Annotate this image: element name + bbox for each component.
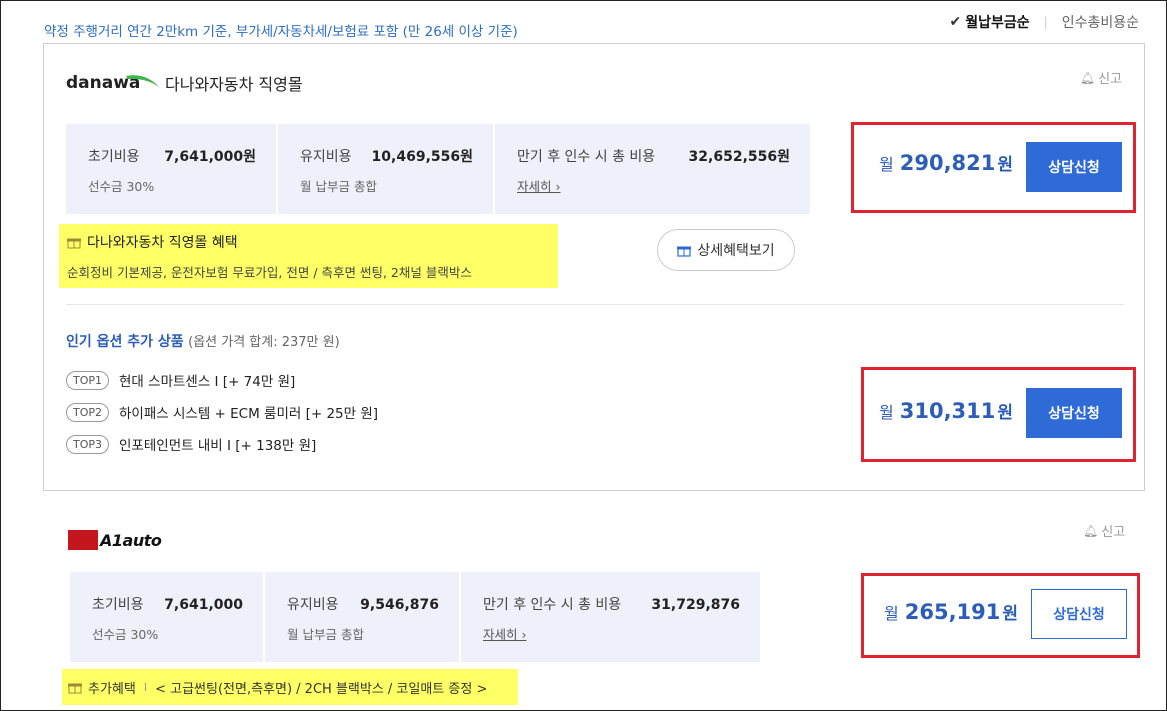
detail-link[interactable]: 자세히 › — [517, 179, 560, 194]
benefit-label: 추가혜택 — [88, 681, 136, 697]
initial-cost-label: 초기비용 — [92, 597, 144, 613]
option-rank-badge: TOP3 — [66, 434, 110, 454]
benefit-highlight: 추가혜택 I < 고급썬팅(전면,측후면) / 2CH 블랙박스 / 코일매트 … — [62, 669, 518, 705]
option-text: 인포테인먼트 내비 I [+ 138만 원] — [119, 438, 317, 454]
sort-total-cost[interactable]: 인수총비용순 — [1062, 12, 1139, 32]
initial-cost-sub: 선수금 30% — [88, 179, 155, 194]
a1-mark-icon — [68, 530, 98, 550]
options-title-sum: (옵션 가격 합계: 237만 원) — [188, 335, 340, 350]
option-rank-badge: TOP2 — [66, 402, 110, 422]
total-cost-box: 만기 후 인수 시 총 비용 32,652,556원 자세히 › — [495, 124, 810, 214]
benefit-description: < 고급썬팅(전면,측후면) / 2CH 블랙박스 / 코일매트 증정 > — [155, 681, 488, 697]
bell-icon: 🔔︎ — [1083, 523, 1099, 538]
benefit-highlight: 다나와자동차 직영몰 혜택 순회정비 기본제공, 운전자보험 무료가입, 전면 … — [59, 224, 558, 288]
initial-cost-value: 7,641,000 — [164, 597, 243, 613]
a1auto-logo-text: A1auto — [100, 530, 162, 550]
highlight-box — [851, 122, 1136, 213]
initial-cost-label: 초기비용 — [88, 149, 140, 165]
danawa-logo: danawa — [66, 73, 160, 93]
maintenance-cost-value: 9,546,876 — [360, 597, 439, 613]
benefit-title: 다나와자동차 직영몰 혜택 — [87, 235, 238, 251]
bell-icon: 🔔︎ — [1079, 70, 1096, 85]
option-item: TOP1 현대 스마트센스 I [+ 74만 원] — [66, 370, 295, 390]
report-link[interactable]: 🔔︎ 신고 — [1083, 521, 1126, 541]
gift-icon — [67, 238, 81, 248]
option-item: TOP2 하이패스 시스템 + ECM 룸미러 [+ 25만 원] — [66, 402, 378, 422]
report-label: 신고 — [1101, 525, 1126, 540]
check-icon: ✔ — [949, 14, 962, 30]
pricing-notice: 약정 주행거리 연간 2만km 기준, 부가세/자동차세/보험료 포함 (만 2… — [44, 24, 518, 40]
sort-options: ✔ 월납부금순 | 인수총비용순 — [950, 12, 1139, 32]
gift-icon — [677, 246, 692, 257]
report-link[interactable]: 🔔︎ 신고 — [1079, 68, 1122, 88]
detail-benefit-label: 상세혜택보기 — [697, 243, 775, 259]
highlight-box — [861, 573, 1140, 658]
sort-divider: | — [1043, 15, 1048, 29]
maintenance-cost-box: 유지비용 10,469,556원 월 납부금 총합 — [278, 124, 493, 214]
total-cost-value: 31,729,876 — [651, 597, 740, 613]
maintenance-cost-label: 유지비용 — [287, 597, 339, 613]
option-item: TOP3 인포테인먼트 내비 I [+ 138만 원] — [66, 434, 316, 454]
sort-monthly-payment[interactable]: 월납부금순 — [965, 12, 1029, 32]
dealer-name: 다나와자동차 직영몰 — [165, 75, 303, 94]
options-title: 인기 옵션 추가 상품 (옵션 가격 합계: 237만 원) — [66, 331, 340, 351]
total-cost-label: 만기 후 인수 시 총 비용 — [517, 149, 656, 165]
initial-cost-box: 초기비용 7,641,000원 선수금 30% — [66, 124, 276, 214]
maintenance-cost-label: 유지비용 — [300, 149, 352, 165]
initial-cost-sub: 선수금 30% — [92, 627, 159, 642]
option-rank-badge: TOP1 — [66, 370, 110, 390]
section-divider — [66, 304, 1124, 305]
total-cost-box: 만기 후 인수 시 총 비용 31,729,876 자세히 › — [461, 572, 760, 662]
report-label: 신고 — [1098, 72, 1122, 87]
maintenance-cost-sub: 월 납부금 총합 — [300, 179, 377, 194]
gift-icon — [68, 683, 82, 693]
detail-benefit-button[interactable]: 상세혜택보기 — [657, 229, 795, 271]
option-text: 현대 스마트센스 I [+ 74만 원] — [119, 374, 296, 390]
options-title-strong: 인기 옵션 추가 상품 — [66, 334, 184, 350]
highlight-box — [861, 367, 1136, 462]
detail-link[interactable]: 자세히 › — [483, 627, 526, 642]
maintenance-cost-value: 10,469,556원 — [371, 149, 473, 165]
a1auto-logo: A1auto — [68, 529, 162, 551]
option-text: 하이패스 시스템 + ECM 룸미러 [+ 25만 원] — [119, 406, 379, 422]
benefit-description: 순회정비 기본제공, 운전자보험 무료가입, 전면 / 측후면 썬팅, 2채널 … — [67, 265, 472, 280]
maintenance-cost-box: 유지비용 9,546,876 월 납부금 총합 — [265, 572, 459, 662]
initial-cost-box: 초기비용 7,641,000 선수금 30% — [70, 572, 263, 662]
total-cost-label: 만기 후 인수 시 총 비용 — [483, 597, 622, 613]
maintenance-cost-sub: 월 납부금 총합 — [287, 627, 364, 642]
initial-cost-value: 7,641,000원 — [164, 149, 256, 165]
benefit-separator: I — [143, 680, 148, 694]
total-cost-value: 32,652,556원 — [688, 149, 790, 165]
